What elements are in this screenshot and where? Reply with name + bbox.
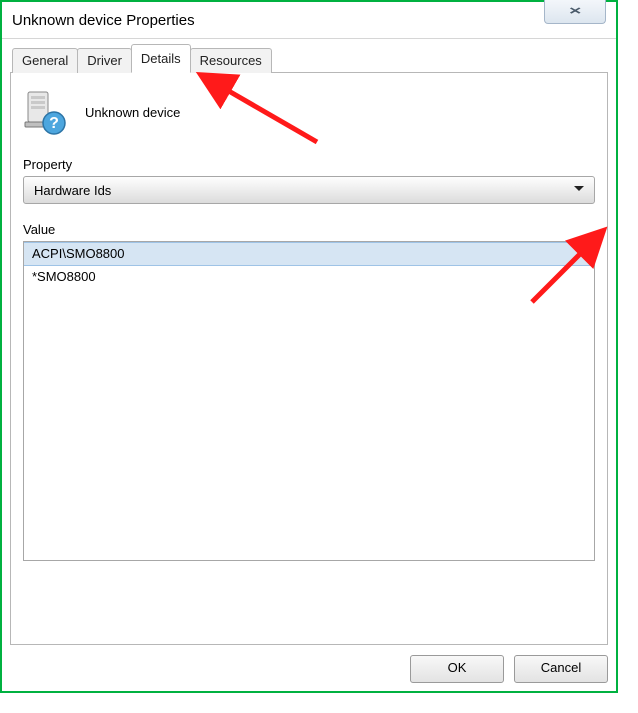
window-title: Unknown device Properties: [12, 12, 195, 29]
list-item[interactable]: ACPI\SMO8800: [24, 242, 594, 266]
chevron-down-icon: [574, 186, 584, 191]
tab-details[interactable]: Details: [131, 44, 191, 73]
device-header: ? Unknown device: [23, 89, 595, 135]
tab-resources[interactable]: Resources: [190, 48, 272, 73]
property-dropdown[interactable]: Hardware Ids: [23, 176, 595, 204]
value-label: Value: [23, 222, 595, 237]
ok-button[interactable]: OK: [410, 655, 504, 683]
svg-text:?: ?: [49, 115, 59, 132]
cancel-button[interactable]: Cancel: [514, 655, 608, 683]
property-label: Property: [23, 157, 595, 172]
tab-pane-details: ? Unknown device Property Hardware Ids V…: [10, 72, 608, 645]
property-dropdown-value: Hardware Ids: [34, 183, 111, 198]
close-button[interactable]: ✕: [544, 0, 606, 24]
tab-driver[interactable]: Driver: [77, 48, 132, 73]
dialog-window: Unknown device Properties ✕ General Driv…: [0, 0, 618, 693]
list-item[interactable]: *SMO8800: [24, 266, 594, 288]
value-listbox[interactable]: ACPI\SMO8800 *SMO8800: [23, 241, 595, 561]
tab-strip: General Driver Details Resources: [10, 47, 608, 73]
dialog-body: General Driver Details Resources: [2, 38, 616, 691]
close-icon: ✕: [569, 5, 582, 16]
tab-host: General Driver Details Resources: [10, 47, 608, 645]
device-name: Unknown device: [85, 105, 180, 120]
tab-general[interactable]: General: [12, 48, 78, 73]
title-bar: Unknown device Properties ✕: [2, 2, 616, 38]
device-icon: ?: [23, 89, 69, 135]
button-row: OK Cancel: [10, 655, 608, 683]
